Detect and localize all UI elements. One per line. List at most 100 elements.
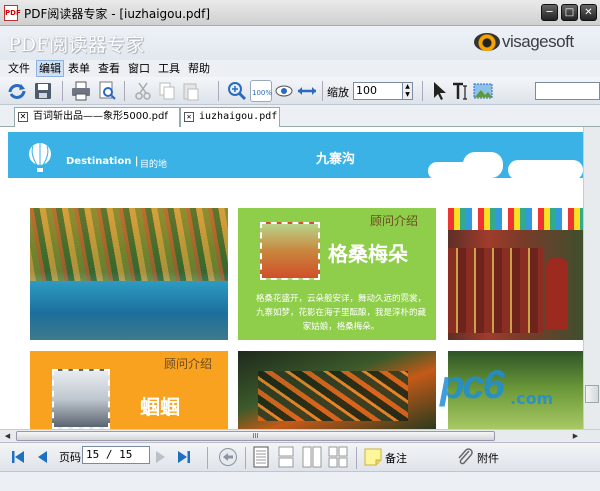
- fit-width-icon[interactable]: [296, 80, 318, 102]
- menu-tools[interactable]: 工具: [156, 60, 182, 77]
- zoom-input[interactable]: 100: [353, 82, 403, 100]
- toolbar-separator: [422, 81, 423, 101]
- advisor-name: 蝈蝈: [140, 395, 180, 419]
- attachment-icon[interactable]: [456, 448, 474, 466]
- pdf-app-icon: PDF: [4, 5, 21, 21]
- tab-xiangxing[interactable]: ✕ 百词斩出品——象形5000.pdf: [14, 107, 180, 127]
- minimize-button[interactable]: ─: [541, 4, 558, 21]
- continuous-view-icon[interactable]: [276, 446, 296, 468]
- banner-app-name: PDF阅读器专家: [8, 34, 145, 56]
- card-title: 顾问介绍: [370, 214, 419, 228]
- scroll-left-icon[interactable]: ◀: [2, 431, 13, 442]
- cloud-decoration: [508, 160, 583, 180]
- next-page-icon[interactable]: [153, 449, 169, 465]
- zoom-spinner[interactable]: ▲ ▼: [402, 82, 413, 100]
- spin-up-icon[interactable]: ▲: [405, 83, 410, 90]
- attachment-label[interactable]: 附件: [477, 450, 499, 466]
- toolbar-separator: [322, 81, 323, 101]
- card-title: 顾问介绍: [164, 357, 213, 371]
- back-icon[interactable]: [218, 447, 238, 467]
- previous-page-icon[interactable]: [34, 449, 50, 465]
- tab-label: iuzhaigou.pdf: [199, 111, 278, 122]
- lake-photo: [30, 208, 228, 340]
- text-select-icon[interactable]: [450, 80, 472, 102]
- document-tab-bar: ✕ 百词斩出品——象形5000.pdf ✕ iuzhaigou.pdf: [0, 105, 600, 127]
- print-icon[interactable]: [70, 80, 92, 102]
- location-title: 九寨沟: [316, 152, 356, 167]
- horizontal-scroll-thumb[interactable]: III: [16, 431, 495, 441]
- single-page-view-icon[interactable]: [251, 446, 271, 468]
- page-label: 页码: [59, 451, 81, 464]
- destination-label: Destination |: [66, 156, 139, 167]
- main-toolbar: 100%: [0, 77, 600, 105]
- copy-icon[interactable]: [156, 80, 178, 102]
- destination-cn-label: 目的地: [140, 160, 168, 170]
- advisor-card-gesang: 顾问介绍 格桑梅朵 格桑花盛开，云朵般安详，舞动久远的霓裳，九寨如梦，花影在海子…: [238, 208, 436, 340]
- nav-separator: [207, 447, 208, 469]
- vertical-scroll-thumb[interactable]: [585, 385, 599, 403]
- balloon-icon: [27, 143, 53, 173]
- menu-view[interactable]: 查看: [96, 60, 122, 77]
- advisor-card-guoguo: 顾问介绍 蝈蝈: [30, 351, 228, 429]
- menu-window[interactable]: 窗口: [126, 60, 152, 77]
- note-label[interactable]: 备注: [385, 450, 407, 466]
- refresh-icon[interactable]: [6, 80, 28, 102]
- facing-view-icon[interactable]: [302, 446, 322, 468]
- spin-down-icon[interactable]: ▼: [405, 91, 410, 98]
- menu-file[interactable]: 文件: [6, 60, 32, 77]
- nav-separator: [356, 447, 357, 469]
- last-page-icon[interactable]: [176, 449, 192, 465]
- prayer-wheels-photo: [448, 208, 583, 340]
- toolbar-separator: [218, 81, 219, 101]
- actual-size-label: 100%: [252, 89, 272, 97]
- note-icon[interactable]: [364, 448, 382, 466]
- close-tab-icon[interactable]: ✕: [18, 112, 28, 122]
- cloud-decoration: [463, 152, 503, 178]
- menu-help[interactable]: 帮助: [186, 60, 212, 77]
- zoom-in-icon[interactable]: [226, 80, 248, 102]
- menu-edit[interactable]: 编辑: [36, 60, 64, 77]
- snapshot-icon[interactable]: [472, 80, 494, 102]
- autumn-leaves-photo: [238, 351, 436, 429]
- nav-separator: [245, 447, 246, 469]
- toolbar-separator: [62, 81, 63, 101]
- close-button[interactable]: ✕: [580, 4, 597, 21]
- watermark-com: .com: [510, 389, 554, 408]
- menu-bar: 文件 编辑 表单 查看 窗口 工具 帮助: [0, 60, 600, 77]
- app-banner: PDF阅读器专家 visagesoft: [0, 26, 600, 60]
- cut-icon[interactable]: [132, 80, 154, 102]
- window-title: PDF阅读器专家 - [iuzhaigou.pdf]: [24, 7, 211, 21]
- menu-form[interactable]: 表单: [66, 60, 92, 77]
- first-page-icon[interactable]: [10, 449, 26, 465]
- select-arrow-icon[interactable]: [428, 80, 450, 102]
- document-viewer[interactable]: Destination | 目的地 九寨沟 顾问介绍 格桑梅朵 格桑花盛开，云朵…: [0, 127, 600, 429]
- zoom-label: 缩放: [327, 86, 349, 99]
- pc6-watermark: pc6: [440, 363, 505, 407]
- advisor-portrait: [260, 222, 320, 280]
- advisor-description: 格桑花盛开，云朵般安详，舞动久远的霓裳，九寨如梦，花影在海子里酝酿，我是淳朴的藏…: [255, 294, 426, 332]
- close-tab-icon[interactable]: ✕: [184, 112, 194, 122]
- visagesoft-logo: visagesoft: [474, 32, 594, 54]
- horizontal-scrollbar[interactable]: ◀ III ▶: [0, 429, 600, 442]
- actual-size-icon[interactable]: 100%: [250, 80, 272, 102]
- pdf-header-banner: Destination | 目的地 九寨沟: [8, 132, 583, 180]
- continuous-facing-view-icon[interactable]: [328, 446, 348, 468]
- paste-icon[interactable]: [180, 80, 202, 102]
- toolbar-separator: [124, 81, 125, 101]
- search-input[interactable]: [535, 82, 600, 100]
- advisor-name: 格桑梅朵: [328, 242, 408, 266]
- eye-icon[interactable]: [273, 80, 295, 102]
- logo-text: visagesoft: [502, 32, 574, 51]
- title-bar: PDF PDF阅读器专家 - [iuzhaigou.pdf] ─ □ ✕: [0, 0, 600, 26]
- maximize-button[interactable]: □: [561, 4, 578, 21]
- advisor-portrait: [52, 369, 110, 429]
- page-number-input[interactable]: 15 / 15: [82, 446, 150, 464]
- vertical-scrollbar[interactable]: [583, 127, 600, 429]
- print-preview-icon[interactable]: [96, 80, 118, 102]
- tab-label: 百词斩出品——象形5000.pdf: [33, 111, 168, 122]
- status-bar: [0, 471, 600, 491]
- eye-logo-icon: [474, 33, 500, 51]
- save-icon[interactable]: [32, 80, 54, 102]
- tab-iuzhaigou[interactable]: ✕ iuzhaigou.pdf: [180, 107, 280, 127]
- scroll-right-icon[interactable]: ▶: [570, 431, 581, 442]
